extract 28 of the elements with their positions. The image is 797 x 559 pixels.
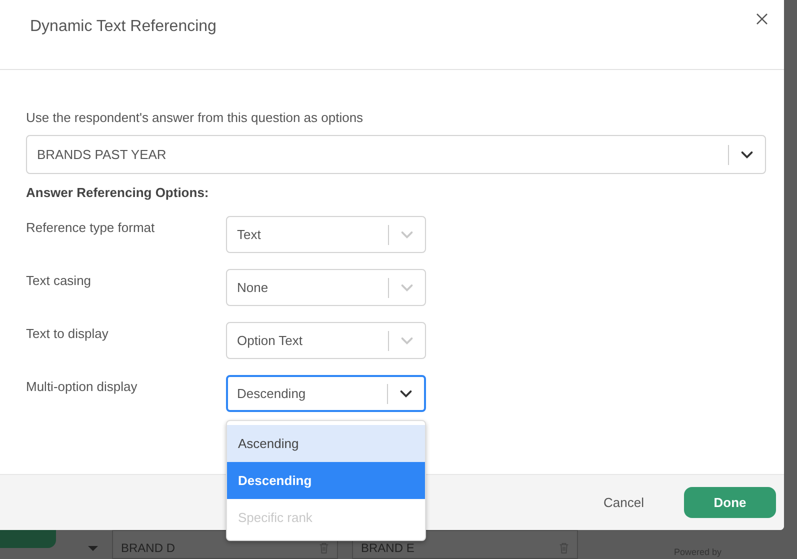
dropdown-select[interactable]: Text [226, 216, 426, 253]
trash-icon[interactable] [319, 542, 329, 554]
cancel-button[interactable]: Cancel [604, 489, 644, 516]
question-select[interactable]: BRANDS PAST YEAR [26, 135, 766, 174]
caret-icon[interactable] [88, 546, 98, 551]
option-text: BRAND D [121, 540, 176, 554]
option-text: BRAND E [361, 540, 414, 554]
chevron-down-icon [401, 284, 413, 292]
field-label: Reference type format [26, 219, 156, 237]
chevron-down-icon [401, 336, 413, 344]
field-label: Use the respondent's answer from this question as options [26, 110, 364, 125]
add-button[interactable] [0, 530, 56, 548]
dialog-title: Dynamic Text Referencing [30, 18, 216, 36]
chevron-down-icon [401, 230, 413, 238]
chevron-down-icon [400, 390, 412, 398]
close-button[interactable] [756, 13, 768, 25]
chevron-down-icon [741, 150, 753, 158]
field-label: Text to display [26, 325, 110, 343]
field-label: Multi-option display [26, 378, 138, 396]
trash-icon[interactable] [559, 542, 569, 554]
menu-item[interactable]: Ascending [227, 425, 425, 462]
done-button[interactable]: Done [684, 487, 776, 518]
field-label: Text casing [26, 272, 92, 290]
section-heading: Answer Referencing Options: [26, 185, 210, 200]
dropdown-select[interactable]: Descending [226, 375, 426, 412]
dropdown-select[interactable]: None [226, 269, 426, 306]
dropdown-select[interactable]: Option Text [226, 322, 426, 359]
menu-item[interactable]: Descending [227, 462, 425, 499]
